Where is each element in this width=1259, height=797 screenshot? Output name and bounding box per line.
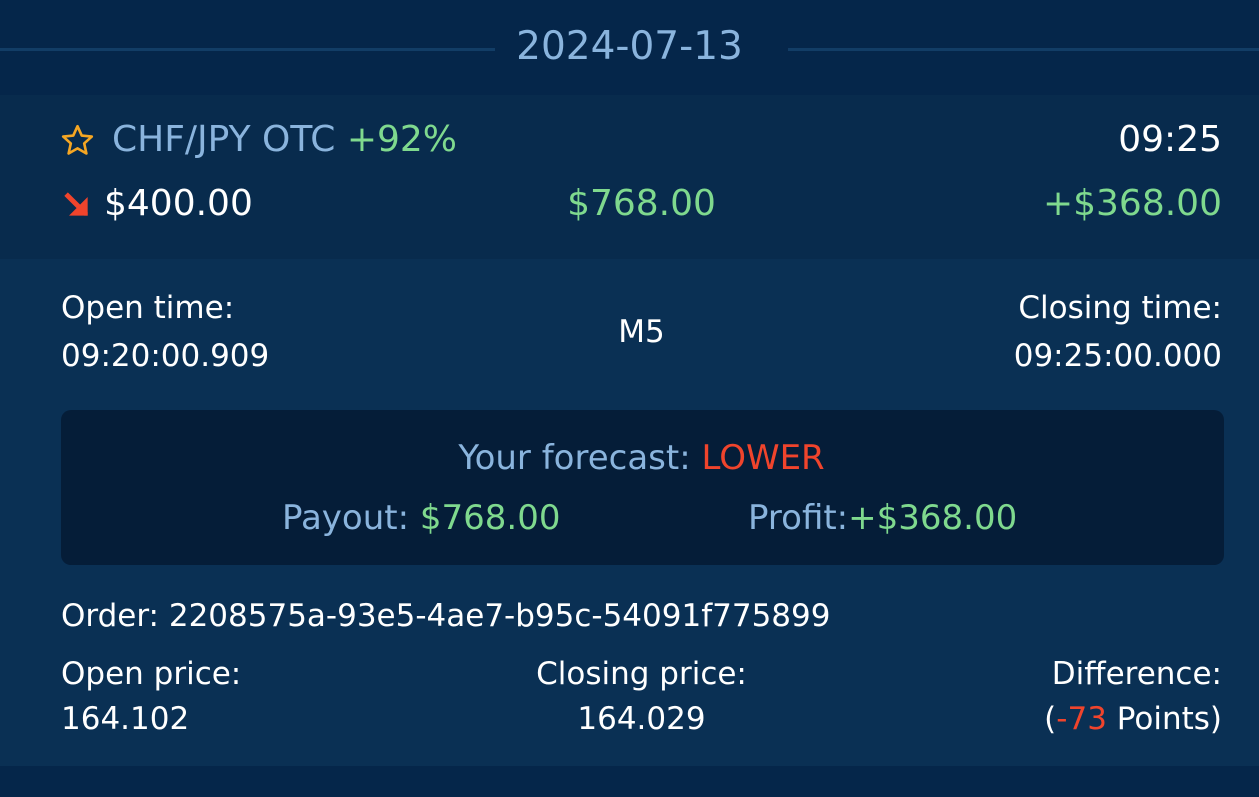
closing-time-label: Closing time: <box>1018 290 1222 326</box>
payout-value: $768.00 <box>419 498 561 538</box>
order-label: Order: <box>61 598 159 634</box>
asset-title: CHF/JPY OTC +92% <box>112 118 457 162</box>
date-header: 2024-07-13 <box>0 0 1259 95</box>
forecast-label: Your forecast: <box>458 438 691 478</box>
close-time-short: 09:25 <box>1118 119 1222 160</box>
star-outline-icon[interactable] <box>60 123 95 158</box>
asset-name: CHF/JPY OTC <box>112 119 336 160</box>
forecast-payout: Payout: $768.00 <box>282 497 561 539</box>
trade-profit: +$368.00 <box>1042 183 1222 224</box>
difference-unit: Points) <box>1106 701 1222 737</box>
difference-value: (-73 Points) <box>1044 700 1222 738</box>
difference-paren: ( <box>1044 701 1057 737</box>
profit-label: Profit: <box>748 498 849 538</box>
difference-points: -73 <box>1056 701 1107 737</box>
order-id: 2208575a-93e5-4ae7-b95c-54091f775899 <box>168 598 831 634</box>
forecast-direction: LOWER <box>701 438 825 478</box>
payout-percent: +92% <box>346 119 458 160</box>
payout-label: Payout: <box>282 498 410 538</box>
date-divider-right <box>788 48 1259 51</box>
closing-time-value: 09:25:00.000 <box>1013 338 1222 374</box>
forecast-box <box>61 410 1224 565</box>
next-row-strip <box>0 766 1259 797</box>
date-label: 2024-07-13 <box>516 24 743 69</box>
forecast-profit: Profit:+$368.00 <box>748 497 1017 539</box>
profit-value: +$368.00 <box>848 498 1018 538</box>
forecast-line: Your forecast: LOWER <box>0 437 1259 479</box>
difference-label: Difference: <box>1051 656 1222 692</box>
order-line: Order: 2208575a-93e5-4ae7-b95c-54091f775… <box>61 597 830 635</box>
